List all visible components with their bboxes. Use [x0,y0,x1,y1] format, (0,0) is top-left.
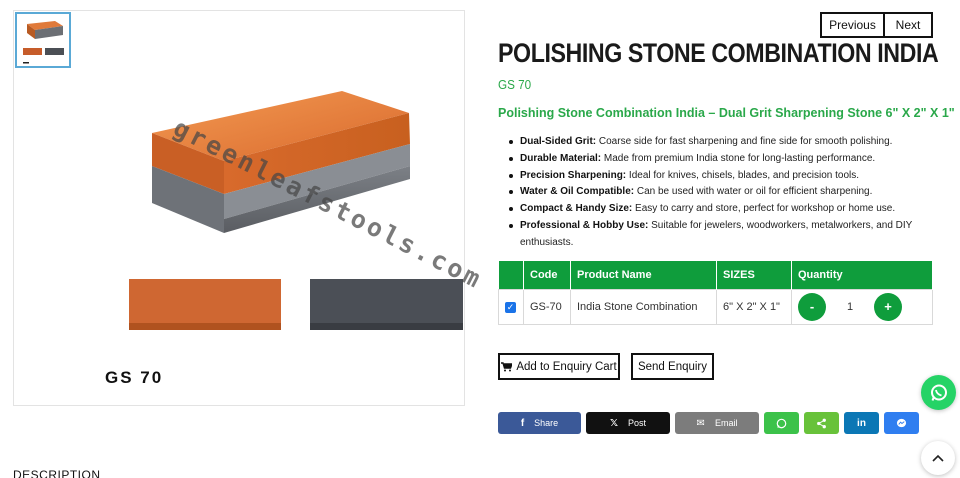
messenger-icon [896,418,907,427]
size-cell: 6" X 2" X 1" [716,288,792,325]
product-gallery: greenleafstools.com GS 70 [13,10,488,406]
feature-text: Can be used with water or oil for effici… [634,186,873,198]
tab-description[interactable]: DESCRIPTION [13,468,101,478]
x-share-label: Post [628,418,647,428]
feature-item: Water & Oil Compatible: Can be used with… [498,184,918,201]
whatsapp-icon [930,384,947,401]
product-checkbox[interactable]: ✓ [505,301,516,313]
image-product-code: GS 70 [105,368,164,387]
select-cell: ✓ [498,288,524,325]
scroll-to-top-button[interactable] [921,441,955,475]
next-button[interactable]: Next [883,12,933,38]
add-cart-label: Add to Enquiry Cart [516,360,617,373]
messenger-share-button[interactable] [884,412,919,434]
share-icon [817,418,826,428]
table-row: ✓ GS-70 India Stone Combination 6" X 2" … [498,288,933,325]
product-title: POLISHING STONE COMBINATION INDIA [498,38,939,68]
feature-item: Precision Sharpening: Ideal for knives, … [498,168,918,185]
header-quantity: Quantity [791,261,933,289]
header-select [498,261,524,289]
table-header-row: Code Product Name SIZES Quantity [498,261,933,289]
feature-item: Dual-Sided Grit: Coarse side for fast sh… [498,134,918,151]
previous-button[interactable]: Previous [820,12,885,38]
facebook-share-button[interactable]: f Share [498,412,581,434]
feature-label: Professional & Hobby Use: [520,219,649,231]
feature-list: Dual-Sided Grit: Coarse side for fast sh… [498,134,918,252]
quantity-plus-button[interactable]: + [874,292,902,321]
feature-item: Professional & Hobby Use: Suitable for j… [498,218,918,252]
linkedin-icon: in [857,417,866,429]
feature-text: Ideal for knives, chisels, blades, and p… [626,169,860,181]
feature-label: Water & Oil Compatible: [520,186,635,198]
code-cell: GS-70 [523,288,571,325]
add-to-enquiry-cart-button[interactable]: Add to Enquiry Cart [498,353,620,380]
whatsapp-share-button[interactable] [764,412,799,434]
feature-label: Durable Material: [520,152,602,164]
send-enquiry-button[interactable]: Send Enquiry [631,353,714,380]
email-share-button[interactable]: ✉ Email [675,412,759,434]
feature-text: Easy to carry and store, perfect for wor… [632,203,896,215]
product-table: Code Product Name SIZES Quantity ✓ GS-70… [498,261,933,325]
product-name-cell: India Stone Combination [570,288,717,325]
quantity-cell: - + [791,288,933,325]
facebook-icon: f [520,417,525,429]
linkedin-share-button[interactable]: in [844,412,879,434]
feature-text: Coarse side for fast sharpening and fine… [596,136,893,147]
product-subtitle: Polishing Stone Combination India – Dual… [498,106,955,120]
email-share-label: Email [714,418,738,428]
gallery-thumbnail[interactable] [15,12,71,68]
sharethis-share-button[interactable] [804,412,839,434]
header-sizes: SIZES [716,261,792,289]
quantity-input[interactable] [826,293,874,320]
feature-label: Precision Sharpening: [520,169,627,181]
whatsapp-chat-button[interactable] [921,375,956,410]
feature-text: Made from premium India stone for long-l… [601,152,876,164]
chevron-up-icon [932,454,944,462]
x-icon: 𝕏 [609,417,619,429]
header-product-name: Product Name [570,261,717,289]
feature-label: Compact & Handy Size: [520,203,633,215]
product-sku: GS 70 [498,77,532,92]
x-share-button[interactable]: 𝕏 Post [586,412,670,434]
feature-item: Durable Material: Made from premium Indi… [498,151,918,168]
facebook-share-label: Share [534,418,559,428]
cart-icon [501,361,513,371]
feature-label: Dual-Sided Grit: [520,136,597,147]
whatsapp-icon [776,418,787,428]
email-icon: ✉ [696,417,705,429]
feature-item: Compact & Handy Size: Easy to carry and … [498,201,918,218]
quantity-stepper: - + [798,292,926,321]
quantity-minus-button[interactable]: - [798,292,826,321]
header-code: Code [523,261,571,289]
